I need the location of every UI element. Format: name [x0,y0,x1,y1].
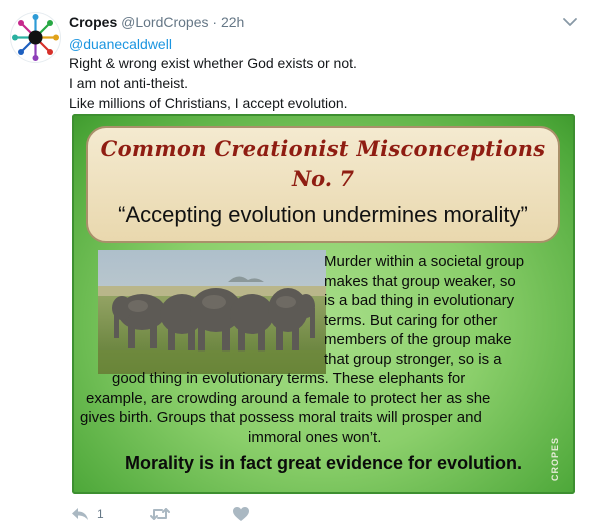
explanation-line: example, are crowding around a female to… [86,389,491,407]
reply-icon [72,508,88,520]
avatar[interactable] [11,13,60,62]
watermark: CROPES [550,437,560,482]
like-button[interactable] [232,503,250,525]
timestamp[interactable]: 22h [221,14,244,30]
explanation-line: members of the group make [324,331,512,348]
user-handle[interactable]: @LordCropes [121,14,208,30]
avatar-logo-icon [12,14,59,61]
more-options-button[interactable] [560,12,580,32]
separator-dot: · [212,14,218,30]
retweet-icon [150,508,170,520]
explanation-line: gives birth. Groups that possess moral t… [80,409,482,426]
tweet-text: Right & wrong exist whether God exists o… [69,53,569,113]
explanation-line: makes that group weaker, so [324,272,516,290]
explanation-text: Murder within a societal group makes tha… [72,114,575,494]
reply-count: 1 [97,507,104,521]
heart-icon [233,507,249,521]
image-panel: Common Creationist Misconceptions No. 7 … [72,114,575,494]
tweet-text-line: I am not anti-theist. [69,75,189,91]
explanation-line: terms. But caring for other [324,311,498,329]
explanation-line: is a bad thing in evolutionary [324,292,515,309]
tweet-header: Cropes @LordCropes · 22h [69,13,244,31]
reply-mention-link[interactable]: @duanecaldwell [69,35,172,53]
retweet-button[interactable] [149,503,171,525]
tweet[interactable]: Cropes @LordCropes · 22h @duanecaldwell … [0,0,592,530]
tweet-text-line: Right & wrong exist whether God exists o… [69,55,357,71]
explanation-line: good thing in evolutionary terms. These … [112,370,466,387]
tweet-image[interactable]: Common Creationist Misconceptions No. 7 … [69,114,577,494]
display-name[interactable]: Cropes [69,14,117,30]
chevron-down-icon [563,18,577,26]
conclusion-text: Morality is in fact great evidence for e… [124,453,523,473]
tweet-actions: 1 [69,503,569,525]
tweet-text-line: Like millions of Christians, I accept ev… [69,95,348,111]
explanation-line: that group stronger, so is a [324,350,502,368]
explanation-line: Murder within a societal group [324,253,525,270]
explanation-line: immoral ones won’t. [248,428,382,446]
reply-button[interactable]: 1 [71,503,104,525]
